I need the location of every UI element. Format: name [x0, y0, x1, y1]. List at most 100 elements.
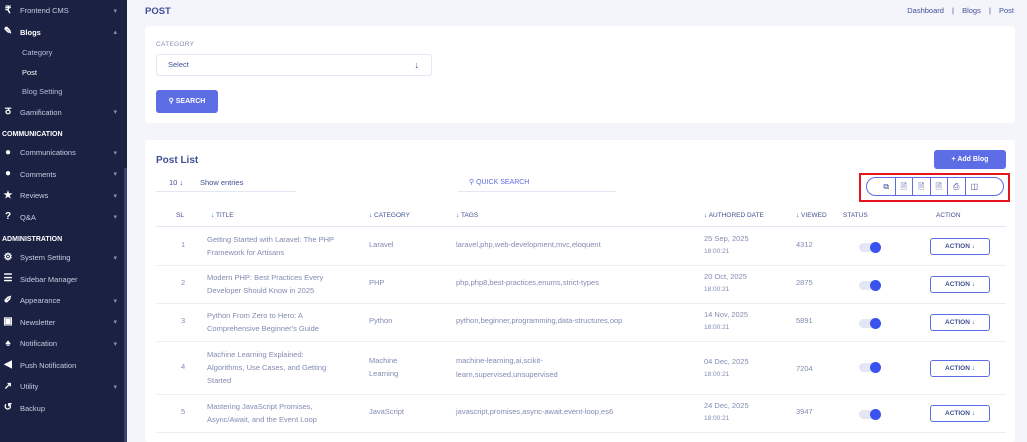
chevron-down-icon: ▾: [113, 297, 117, 305]
breadcrumb-separator: |: [952, 6, 954, 15]
action-button[interactable]: ACTION ↓: [930, 238, 990, 255]
sidebar-item-label: Q&A: [20, 212, 36, 222]
row-category: Laravel: [369, 240, 394, 249]
column-header-category[interactable]: ↓ CATEGORY: [369, 204, 410, 227]
column-header-authored-date[interactable]: ↓ AUTHORED DATE: [704, 204, 764, 227]
breadcrumb: Dashboard | Blogs | Post: [904, 6, 1017, 15]
excel-icon[interactable]: 🗎: [913, 178, 931, 195]
row-date: 25 Sep, 2025: [704, 234, 749, 243]
breadcrumb-blogs[interactable]: Blogs: [962, 6, 981, 15]
csv-icon[interactable]: 🗎: [896, 178, 913, 195]
action-button[interactable]: ACTION ↓: [930, 405, 990, 422]
filter-card: CATEGORY Select ↓ ⚲ SEARCH: [145, 26, 1015, 123]
sidebar-item-label: Reviews: [20, 191, 49, 201]
table-row: 2 Modern PHP: Best Practices Every Devel…: [156, 266, 1006, 304]
pdf-icon[interactable]: 🗎: [931, 178, 948, 195]
sidebar-item-label: Communications: [20, 148, 76, 158]
chevron-down-icon: ▾: [113, 214, 117, 222]
star-icon: ★: [3, 189, 13, 201]
column-header-tags[interactable]: ↓ TAGS: [456, 204, 478, 227]
breadcrumb-dashboard[interactable]: Dashboard: [907, 6, 944, 15]
bell-icon: ♠: [5, 337, 11, 349]
export-button-group: ⧉ 🗎 🗎 🗎 ⎙ ◫: [866, 177, 1004, 196]
sidebar-item-sidebar-manager[interactable]: ☰ Sidebar Manager: [0, 269, 127, 291]
breadcrumb-post: Post: [998, 6, 1014, 15]
status-toggle[interactable]: [859, 409, 881, 420]
comments-icon: ●: [4, 168, 12, 180]
sidebar-item-appearance[interactable]: ✐ Appearance ▾: [0, 290, 127, 312]
backup-icon: ↺: [3, 402, 13, 414]
column-header-title[interactable]: ↓ TITLE: [211, 204, 234, 227]
column-header-viewed[interactable]: ↓ VIEWED: [796, 204, 827, 227]
sidebar-item-backup[interactable]: ↺ Backup: [0, 398, 127, 420]
row-category: Machine Learning: [369, 356, 399, 378]
sidebar-item-frontend-cms[interactable]: ₹ Frontend CMS ▾: [0, 0, 127, 22]
copy-icon[interactable]: ⧉: [878, 178, 896, 195]
status-toggle[interactable]: [859, 318, 881, 329]
print-icon[interactable]: ⎙: [948, 178, 966, 195]
status-toggle[interactable]: [859, 362, 881, 373]
sidebar-item-blogs[interactable]: ✎ Blogs ▴: [0, 22, 127, 44]
sidebar-subitem-category[interactable]: Category: [0, 43, 127, 63]
quick-search-placeholder: QUICK SEARCH: [476, 179, 530, 186]
row-sl: 5: [181, 407, 186, 416]
status-toggle[interactable]: [859, 242, 881, 253]
sidebar-item-qa[interactable]: ? Q&A ▾: [0, 207, 127, 229]
action-button[interactable]: ACTION ↓: [930, 314, 990, 331]
gamification-icon: ठ: [5, 106, 11, 118]
row-tags: python,beginner,programming,data-structu…: [456, 316, 623, 325]
chevron-down-icon: ▾: [113, 192, 117, 200]
section-administration: ADMINISTRATION: [2, 236, 63, 243]
list-title: Post List: [156, 155, 199, 166]
sidebar-item-reviews[interactable]: ★ Reviews ▾: [0, 185, 127, 207]
row-viewed: 7204: [796, 364, 813, 373]
chevron-down-icon: ▾: [113, 7, 117, 15]
row-time: 18:00:21: [704, 371, 730, 378]
chevron-up-icon: ▴: [113, 29, 117, 37]
sidebar-item-utility[interactable]: ↗ Utility ▾: [0, 376, 127, 398]
sidebar-item-push-notification[interactable]: ◀ Push Notification: [0, 355, 127, 377]
sidebar-item-communications[interactable]: ● Communications ▾: [0, 142, 127, 164]
sidebar: ₹ Frontend CMS ▾ ✎ Blogs ▴ Category Post…: [0, 0, 127, 442]
sidebar-item-comments[interactable]: ● Comments ▾: [0, 164, 127, 186]
sidebar-subitem-post[interactable]: Post: [0, 63, 127, 83]
chevron-down-icon: ▾: [113, 171, 117, 179]
sidebar-item-notification[interactable]: ♠ Notification ▾: [0, 333, 127, 355]
row-viewed: 3947: [796, 407, 813, 416]
sidebar-item-label: System Setting: [20, 253, 71, 263]
row-title: Getting Started with Laravel: The PHP Fr…: [207, 235, 334, 257]
sidebar-item-label: Sidebar Manager: [20, 274, 78, 284]
row-date: 20 Oct, 2025: [704, 272, 747, 281]
sidebar-item-newsletter[interactable]: ▣ Newsletter ▾: [0, 312, 127, 334]
status-toggle[interactable]: [859, 280, 881, 291]
columns-icon[interactable]: ◫: [966, 178, 984, 195]
table-row: 5 Mastering JavaScript Promises, Async/A…: [156, 395, 1006, 433]
sidebar-item-label: Blogs: [20, 27, 41, 37]
row-category: JavaScript: [369, 407, 405, 416]
sidebar-item-system-setting[interactable]: ⚙ System Setting ▾: [0, 247, 127, 269]
row-title: Machine Learning Explained: Algorithms, …: [207, 350, 327, 385]
quick-search-input[interactable]: ⚲ QUICK SEARCH: [458, 174, 616, 192]
column-header-sl[interactable]: SL: [176, 204, 184, 227]
chevron-down-icon: ▾: [113, 254, 117, 262]
chevron-down-icon: ▾: [113, 319, 117, 327]
category-select-value: Select: [168, 60, 189, 69]
action-button[interactable]: ACTION ↓: [930, 360, 990, 377]
post-list-card: Post List + Add Blog 10 ↓ Show entries ⚲ …: [145, 140, 1015, 442]
row-date: 04 Dec, 2025: [704, 357, 749, 366]
row-sl: 1: [181, 240, 186, 249]
menu-icon: ☰: [3, 273, 13, 285]
add-blog-button[interactable]: + Add Blog: [934, 150, 1006, 169]
row-time: 18:00:21: [704, 248, 730, 255]
category-select[interactable]: Select ↓: [156, 54, 432, 76]
sidebar-subitem-blog-setting[interactable]: Blog Setting: [0, 82, 127, 102]
sidebar-item-label: Backup: [20, 403, 46, 413]
row-tags: php,php8,best-practices,enums,strict-typ…: [456, 278, 599, 287]
entries-select[interactable]: 10 ↓ Show entries: [156, 174, 296, 192]
sidebar-scrollbar[interactable]: [124, 168, 127, 442]
row-title: Mastering JavaScript Promises, Async/Awa…: [207, 402, 317, 424]
action-button[interactable]: ACTION ↓: [930, 276, 990, 293]
sidebar-item-gamification[interactable]: ठ Gamification ▾: [0, 102, 127, 124]
newsletter-icon: ▣: [3, 316, 13, 328]
search-button[interactable]: ⚲ SEARCH: [156, 90, 218, 113]
